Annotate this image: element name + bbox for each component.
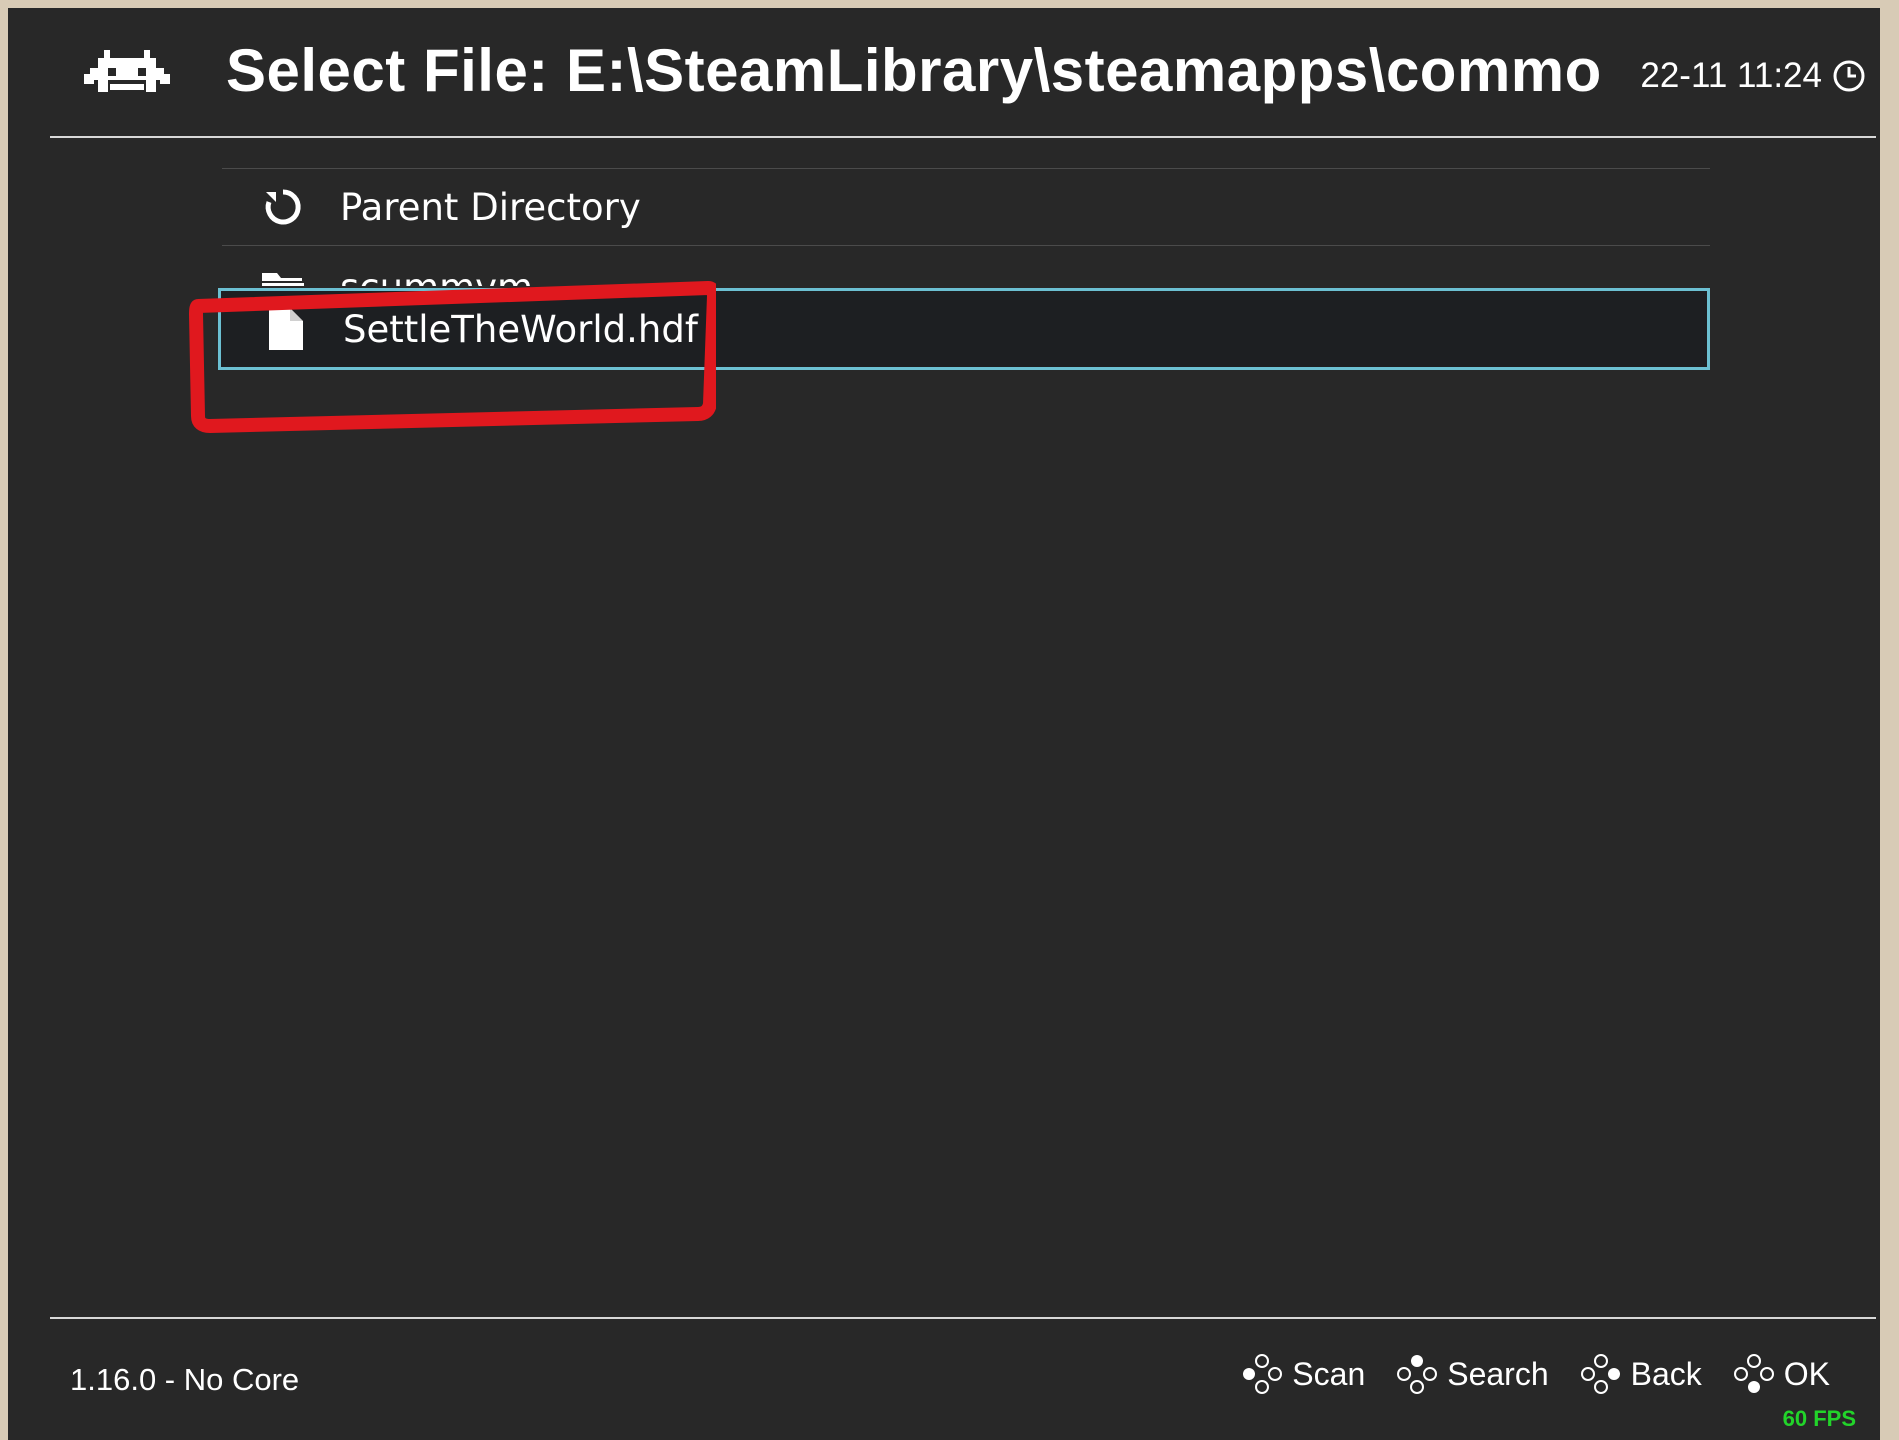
list-item-label: scummvm xyxy=(340,266,533,286)
scan-button[interactable]: Scan xyxy=(1242,1354,1365,1394)
clock: 22-11 11:24 xyxy=(1640,56,1866,96)
list-item-label: SettleTheWorld.hdf xyxy=(343,307,698,351)
header: Select File: E:\SteamLibrary\steamapps\c… xyxy=(8,8,1880,146)
version-status: 1.16.0 - No Core xyxy=(70,1362,300,1397)
scan-label: Scan xyxy=(1292,1355,1366,1392)
gamepad-bottom-button-icon xyxy=(1733,1354,1774,1393)
page-title: Select File: E:\SteamLibrary\steamapps\c… xyxy=(226,37,1602,104)
search-label: Search xyxy=(1447,1355,1549,1392)
back-label: Back xyxy=(1630,1355,1702,1392)
file-icon xyxy=(263,306,309,352)
list-item-scummvm[interactable]: scummvm xyxy=(222,245,1710,286)
folder-icon xyxy=(260,264,306,286)
footer-actions: Scan Search Back OK xyxy=(1210,1354,1830,1394)
clock-text: 22-11 11:24 xyxy=(1640,56,1822,95)
gamepad-left-button-icon xyxy=(1243,1354,1283,1394)
clock-icon xyxy=(1833,60,1865,92)
back-button[interactable]: Back xyxy=(1580,1354,1702,1394)
retroarch-logo-icon xyxy=(84,50,170,92)
list-item-label: Parent Directory xyxy=(340,185,641,229)
search-button[interactable]: Search xyxy=(1397,1354,1549,1394)
ok-button[interactable]: OK xyxy=(1733,1354,1830,1394)
refresh-icon xyxy=(260,184,306,230)
list-item-parent-directory[interactable]: Parent Directory xyxy=(222,168,1710,245)
retroarch-window: Select File: E:\SteamLibrary\steamapps\c… xyxy=(8,8,1880,1440)
footer-divider xyxy=(50,1317,1876,1319)
fps-counter: 60 FPS xyxy=(1782,1406,1856,1431)
header-divider xyxy=(50,136,1876,138)
gamepad-right-button-icon xyxy=(1580,1354,1620,1394)
file-list: Parent Directory scummvm SettleTheWorld.… xyxy=(218,168,1710,370)
list-item-settletheworld[interactable]: SettleTheWorld.hdf xyxy=(218,288,1710,370)
gamepad-top-button-icon xyxy=(1397,1355,1438,1394)
ok-label: OK xyxy=(1783,1355,1830,1392)
